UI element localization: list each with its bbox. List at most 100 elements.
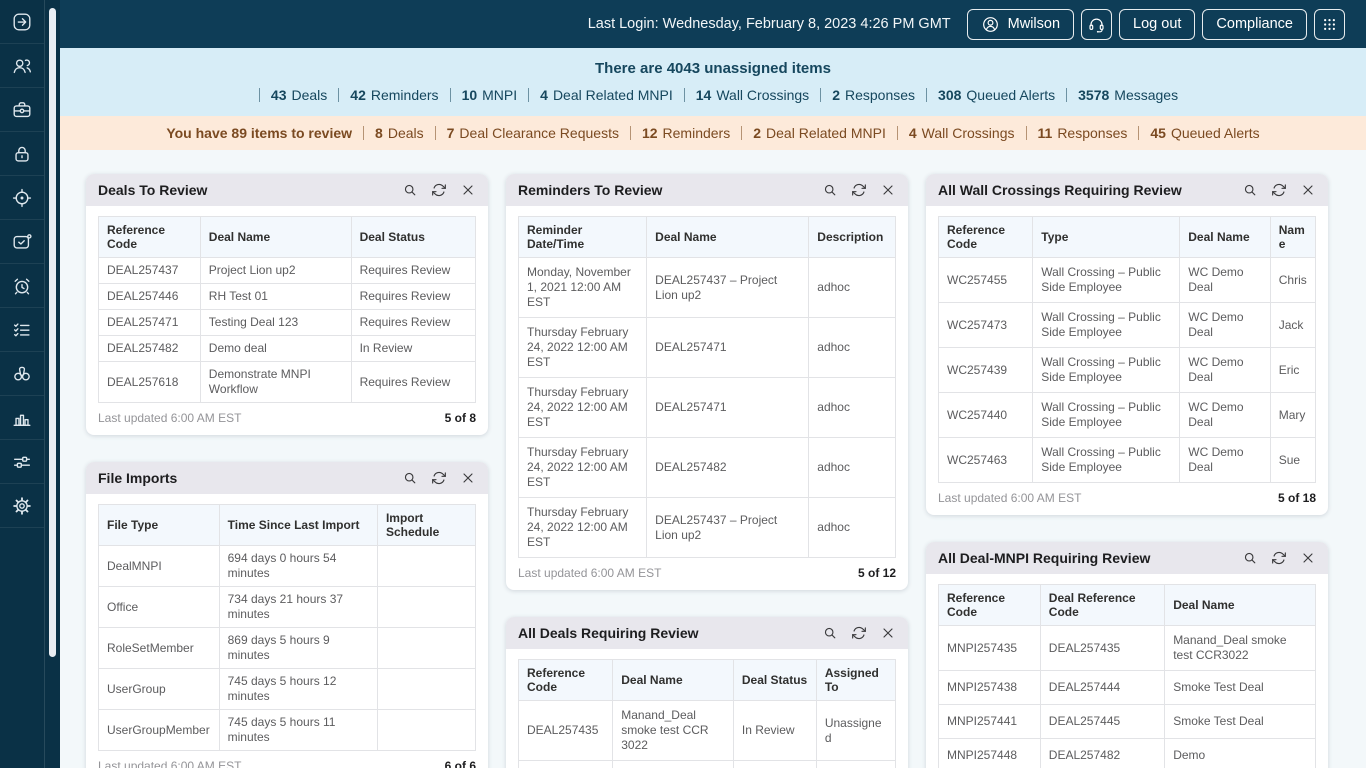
close-icon[interactable] — [1300, 550, 1316, 566]
row-count: 5 of 8 — [445, 411, 476, 425]
table-row[interactable]: Thursday February 24, 2022 12:00 AM ESTD… — [519, 438, 896, 498]
search-icon[interactable] — [1242, 550, 1258, 566]
table-cell: Chris — [1270, 258, 1315, 303]
sidebar-item-users[interactable] — [0, 44, 44, 88]
table-cell: WC Demo Deal — [1180, 393, 1270, 438]
sidebar-item-sign-in[interactable] — [0, 0, 44, 44]
table-row[interactable]: Office734 days 21 hours 37 minutes — [99, 587, 476, 628]
logout-button[interactable]: Log out — [1119, 9, 1195, 40]
sidebar-item-settings[interactable] — [0, 484, 44, 528]
last-login-text: Last Login: Wednesday, February 8, 2023 … — [588, 16, 951, 32]
table-row[interactable]: DealMNPI694 days 0 hours 54 minutes — [99, 546, 476, 587]
close-icon[interactable] — [1300, 182, 1316, 198]
table-row[interactable]: Thursday February 24, 2022 12:00 AM ESTD… — [519, 498, 896, 558]
sidebar-item-tasks[interactable] — [0, 308, 44, 352]
close-icon[interactable] — [460, 470, 476, 486]
table-row[interactable]: WC257439Wall Crossing – Public Side Empl… — [939, 348, 1316, 393]
apps-grid-button[interactable] — [1314, 9, 1345, 40]
page-scrollbar-thumb[interactable] — [49, 8, 56, 657]
table-row[interactable]: DEAL257482Demo dealIn Review — [99, 336, 476, 362]
search-icon[interactable] — [402, 182, 418, 198]
compliance-button[interactable]: Compliance — [1202, 9, 1307, 40]
table-cell: UserGroupMember — [99, 710, 220, 751]
sidebar-item-messages[interactable] — [0, 220, 44, 264]
table-cell: Manand_DealEMP CCR3302 smoketest — [613, 761, 734, 768]
table-row[interactable]: DEAL257435Manand_Deal smoke test CCR 302… — [519, 701, 896, 761]
column-header: Deal Name — [613, 660, 734, 701]
table-cell: adhoc — [809, 318, 896, 378]
search-icon[interactable] — [822, 625, 838, 641]
sidebar-item-reminders[interactable] — [0, 264, 44, 308]
refresh-icon[interactable] — [851, 182, 867, 198]
table-row[interactable]: WC257463Wall Crossing – Public Side Empl… — [939, 438, 1316, 483]
table-row[interactable]: Thursday February 24, 2022 12:00 AM ESTD… — [519, 378, 896, 438]
close-icon[interactable] — [880, 182, 896, 198]
sidebar-item-surveillance[interactable] — [0, 352, 44, 396]
card-title: File Imports — [98, 470, 177, 486]
table-row[interactable]: MNPI257448DEAL257482Demo — [939, 739, 1316, 768]
table-cell: WC257440 — [939, 393, 1033, 438]
stat-item: 8Deals — [375, 125, 424, 141]
search-icon[interactable] — [1242, 182, 1258, 198]
close-icon[interactable] — [460, 182, 476, 198]
support-button[interactable] — [1081, 9, 1112, 40]
wall-crossings-table: Reference CodeTypeDeal NameNameWC257455W… — [938, 216, 1316, 483]
briefcase-icon — [11, 99, 33, 121]
table-row[interactable]: WC257455Wall Crossing – Public Side Empl… — [939, 258, 1316, 303]
table-row[interactable]: DEAL257471Testing Deal 123Requires Revie… — [99, 310, 476, 336]
column-header: Import Schedule — [377, 505, 475, 546]
table-row[interactable]: WC257473Wall Crossing – Public Side Empl… — [939, 303, 1316, 348]
search-icon[interactable] — [402, 470, 418, 486]
table-row[interactable]: WC257440Wall Crossing – Public Side Empl… — [939, 393, 1316, 438]
stat-item: 7Deal Clearance Requests — [447, 125, 619, 141]
refresh-icon[interactable] — [851, 625, 867, 641]
table-row[interactable]: Thursday February 24, 2022 12:00 AM ESTD… — [519, 318, 896, 378]
sidebar-item-security[interactable] — [0, 132, 44, 176]
search-icon[interactable] — [822, 182, 838, 198]
stat-item: 4Deal Related MNPI — [540, 87, 673, 103]
table-row[interactable]: Monday, November 1, 2021 12:00 AM ESTDEA… — [519, 258, 896, 318]
table-row[interactable]: MNPI257441DEAL257445Smoke Test Deal — [939, 705, 1316, 739]
table-cell: DEAL257471 — [99, 310, 201, 336]
user-button-label: Mwilson — [1008, 16, 1060, 32]
table-cell — [377, 546, 475, 587]
card-deals-to-review: Deals To Review Reference CodeDeal NameD… — [86, 174, 488, 435]
refresh-icon[interactable] — [431, 182, 447, 198]
stat-item: 11Responses — [1038, 125, 1128, 141]
sidebar-item-deals[interactable] — [0, 88, 44, 132]
table-row[interactable]: MNPI257435DEAL257435Manand_Deal smoke te… — [939, 626, 1316, 671]
table-row[interactable]: DEAL257618Demonstrate MNPI WorkflowRequi… — [99, 362, 476, 403]
user-button[interactable]: Mwilson — [967, 9, 1074, 40]
stat-divider — [1026, 126, 1027, 140]
table-cell: WC257455 — [939, 258, 1033, 303]
table-row[interactable]: UserGroupMember745 days 5 hours 11 minut… — [99, 710, 476, 751]
close-icon[interactable] — [880, 625, 896, 641]
refresh-icon[interactable] — [1271, 550, 1287, 566]
column-header: Reference Code — [99, 217, 201, 258]
binoculars-icon — [11, 363, 33, 385]
card-body: Reference CodeDeal NameDeal StatusAssign… — [506, 649, 908, 768]
message-status-icon — [11, 231, 33, 253]
table-row[interactable]: UserGroup745 days 5 hours 12 minutes — [99, 669, 476, 710]
table-cell: Wall Crossing – Public Side Employee — [1033, 303, 1180, 348]
column-header: Deal Name — [1165, 585, 1316, 626]
table-cell: Manand_Deal smoke test CCR 3022 — [613, 701, 734, 761]
sidebar-item-reports[interactable] — [0, 396, 44, 440]
table-cell: DEAL257444 — [1040, 671, 1164, 705]
column-header: File Type — [99, 505, 220, 546]
table-cell: 734 days 21 hours 37 minutes — [219, 587, 377, 628]
table-cell: adhoc — [809, 498, 896, 558]
headset-icon — [1087, 15, 1106, 34]
table-row[interactable]: DEAL257436Manand_DealEMP CCR3302 smokete… — [519, 761, 896, 768]
stat-item: 43Deals — [271, 87, 327, 103]
stat-divider — [630, 126, 631, 140]
table-row[interactable]: DEAL257446RH Test 01Requires Review — [99, 284, 476, 310]
sidebar-item-target[interactable] — [0, 176, 44, 220]
refresh-icon[interactable] — [1271, 182, 1287, 198]
sidebar-item-controls[interactable] — [0, 440, 44, 484]
table-cell: Manand_Deal smoke test CCR3022 — [1165, 626, 1316, 671]
refresh-icon[interactable] — [431, 470, 447, 486]
table-row[interactable]: RoleSetMember869 days 5 hours 9 minutes — [99, 628, 476, 669]
table-row[interactable]: MNPI257438DEAL257444Smoke Test Deal — [939, 671, 1316, 705]
table-row[interactable]: DEAL257437Project Lion up2Requires Revie… — [99, 258, 476, 284]
